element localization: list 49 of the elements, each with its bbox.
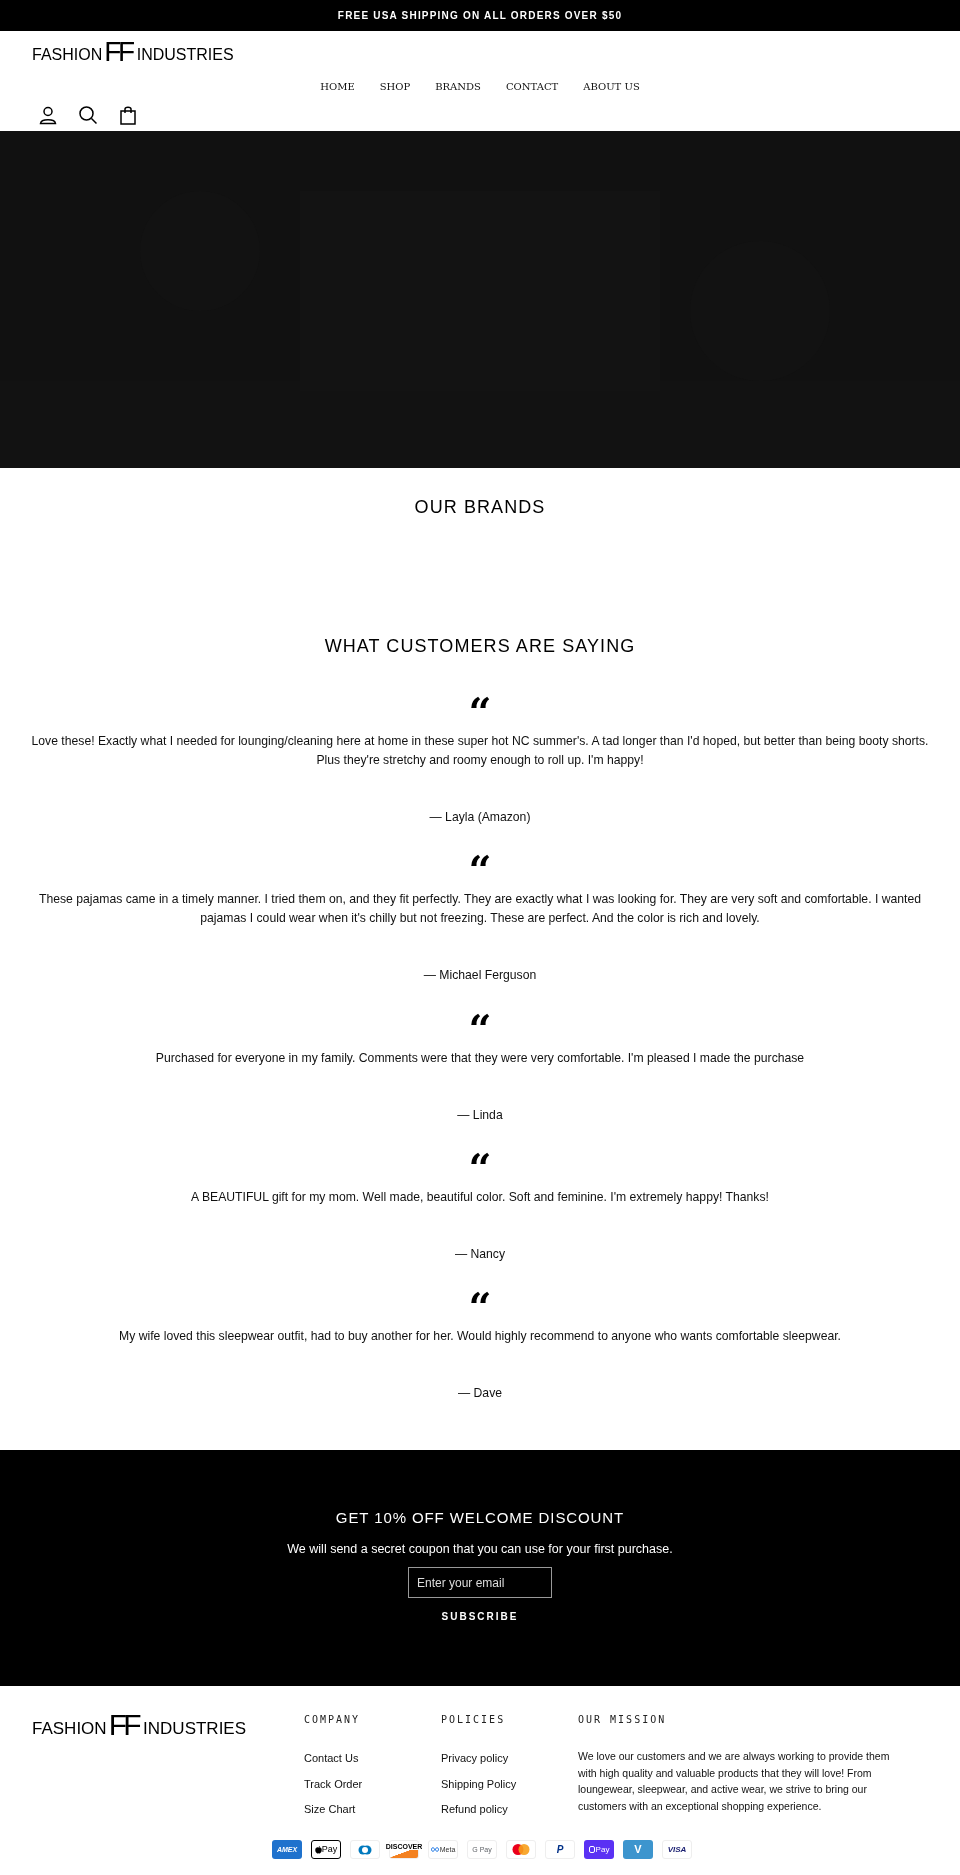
mastercard-icon <box>506 1840 536 1859</box>
testimonial-author: — Nancy <box>454 1245 506 1263</box>
shopping-bag-icon[interactable] <box>118 105 138 125</box>
nav-link[interactable]: HOME <box>320 79 355 94</box>
testimonial-author: — Michael Ferguson <box>423 967 537 985</box>
nav-link[interactable]: ABOUT US <box>583 79 640 94</box>
diners-card-icon <box>350 1840 380 1859</box>
testimonial-author: — Layla (Amazon) <box>429 809 531 826</box>
footer-link[interactable]: Size Chart <box>304 1801 441 1818</box>
email-field[interactable]: Enter your email <box>408 1567 552 1599</box>
quote-mark: “ <box>468 1014 492 1039</box>
newsletter-text: We will send a secret coupon that you can use for your first purchase. <box>287 1540 673 1558</box>
shop-pay-icon: Pay <box>584 1840 614 1859</box>
testimonial-author: — Dave <box>458 1385 502 1403</box>
mission-text: We love our customers and we are always working to provide them with high quality and valuable products that they will love! From loungewear, sleepwear, and active wear, we strive to bring our customers with an exceptional shopping experience. <box>578 1749 891 1814</box>
quote-mark: “ <box>468 1153 492 1178</box>
quote-mark: “ <box>468 856 492 881</box>
account-icon[interactable] <box>38 105 58 125</box>
nav-link[interactable]: CONTACT <box>505 79 559 94</box>
testimonial-text: My wife loved this sleepwear outfit, had to buy another for her. Would highly recommend to anyone who wants comfortable sleepwear. <box>119 1328 841 1346</box>
newsletter-title: GET 10% OFF WELCOME DISCOUNT <box>335 1508 625 1528</box>
footer-link[interactable]: Refund policy <box>441 1801 578 1818</box>
testimonial-text: Love these! Exactly what I needed for lounging/cleaning here at home in these super hot NC summer's. A tad longer than I'd hoped, but better than being booty shorts. Plus they're stretchy and roomy enough to roll up. I'm happy! <box>30 733 930 769</box>
footer-link[interactable]: Track Order <box>304 1775 441 1792</box>
testimonial-text: A BEAUTIFUL gift for my mom. Well made, beautiful color. Soft and feminine. I'm extremely happy! Thanks! <box>191 1188 769 1206</box>
quote-mark: “ <box>468 1293 492 1318</box>
quote-mark: “ <box>468 698 492 722</box>
footer-link[interactable]: Contact Us <box>304 1750 441 1767</box>
announcement-bar: FREE USA SHIPPING ON ALL ORDERS OVER $50 <box>0 0 960 31</box>
footer-heading: OUR MISSION <box>578 1713 668 1727</box>
testimonial-author: — Linda <box>457 1106 503 1124</box>
subscribe-button[interactable]: SUBSCRIBE <box>431 1606 529 1628</box>
nav-link[interactable]: SHOP <box>379 79 411 94</box>
logo[interactable]: FASHION FF INDUSTRIES <box>32 41 234 64</box>
section-title: OUR BRANDS <box>414 496 546 519</box>
search-icon[interactable] <box>78 105 98 125</box>
visa-card-icon: VISA <box>662 1840 692 1859</box>
footer-heading: POLICIES <box>441 1713 507 1727</box>
paypal-icon: P <box>545 1840 575 1859</box>
footer-link[interactable]: Shipping Policy <box>441 1775 578 1792</box>
apple-pay-icon: Pay <box>311 1840 341 1859</box>
testimonial-text: These pajamas came in a timely manner. I tried them on, and they fit perfectly. They are exactly what I was looking for. They are very soft and comfortable. I wanted pajamas I could wear when it's chilly but not freezing. These are perfect. And the color is rich and lovely. <box>38 891 922 928</box>
logo[interactable]: FASHION FF INDUSTRIES <box>32 1713 247 1737</box>
testimonial-text: Purchased for everyone in my family. Comments were that they were very comfortable. I'm pleased I made the purchase <box>155 1049 805 1067</box>
footer-heading: COMPANY <box>304 1713 362 1727</box>
section-title: WHAT CUSTOMERS ARE SAYING <box>324 635 636 658</box>
venmo-icon: V <box>623 1840 653 1859</box>
footer-link[interactable]: Privacy policy <box>441 1750 578 1767</box>
nav-link[interactable]: BRANDS <box>435 79 481 94</box>
